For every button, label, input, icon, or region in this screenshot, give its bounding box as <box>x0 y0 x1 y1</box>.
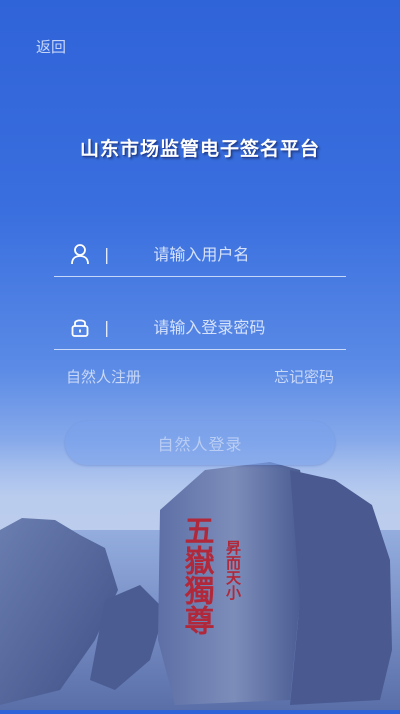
field-separator: | <box>104 317 110 337</box>
back-button[interactable]: 返回 <box>36 36 66 57</box>
background-scene: 五嶽獨尊 昇而天小 <box>0 0 400 710</box>
stele-small-text: 昇而天小 <box>224 540 242 601</box>
field-separator: | <box>104 244 110 264</box>
lock-icon <box>68 315 92 339</box>
forgot-password-link[interactable]: 忘记密码 <box>274 366 334 387</box>
mountain-rock-illustration: 五嶽獨尊 昇而天小 <box>0 440 400 705</box>
username-field[interactable]: | <box>54 232 346 277</box>
stele-big-text: 五嶽獨尊 <box>179 515 215 635</box>
page-title: 山东市场监管电子签名平台 <box>79 138 320 160</box>
password-field[interactable]: | <box>54 305 346 350</box>
login-button[interactable]: 自然人登录 <box>65 421 335 465</box>
user-icon <box>68 242 92 266</box>
password-input[interactable] <box>151 316 336 338</box>
username-input[interactable] <box>151 243 336 265</box>
register-link[interactable]: 自然人注册 <box>66 366 141 387</box>
